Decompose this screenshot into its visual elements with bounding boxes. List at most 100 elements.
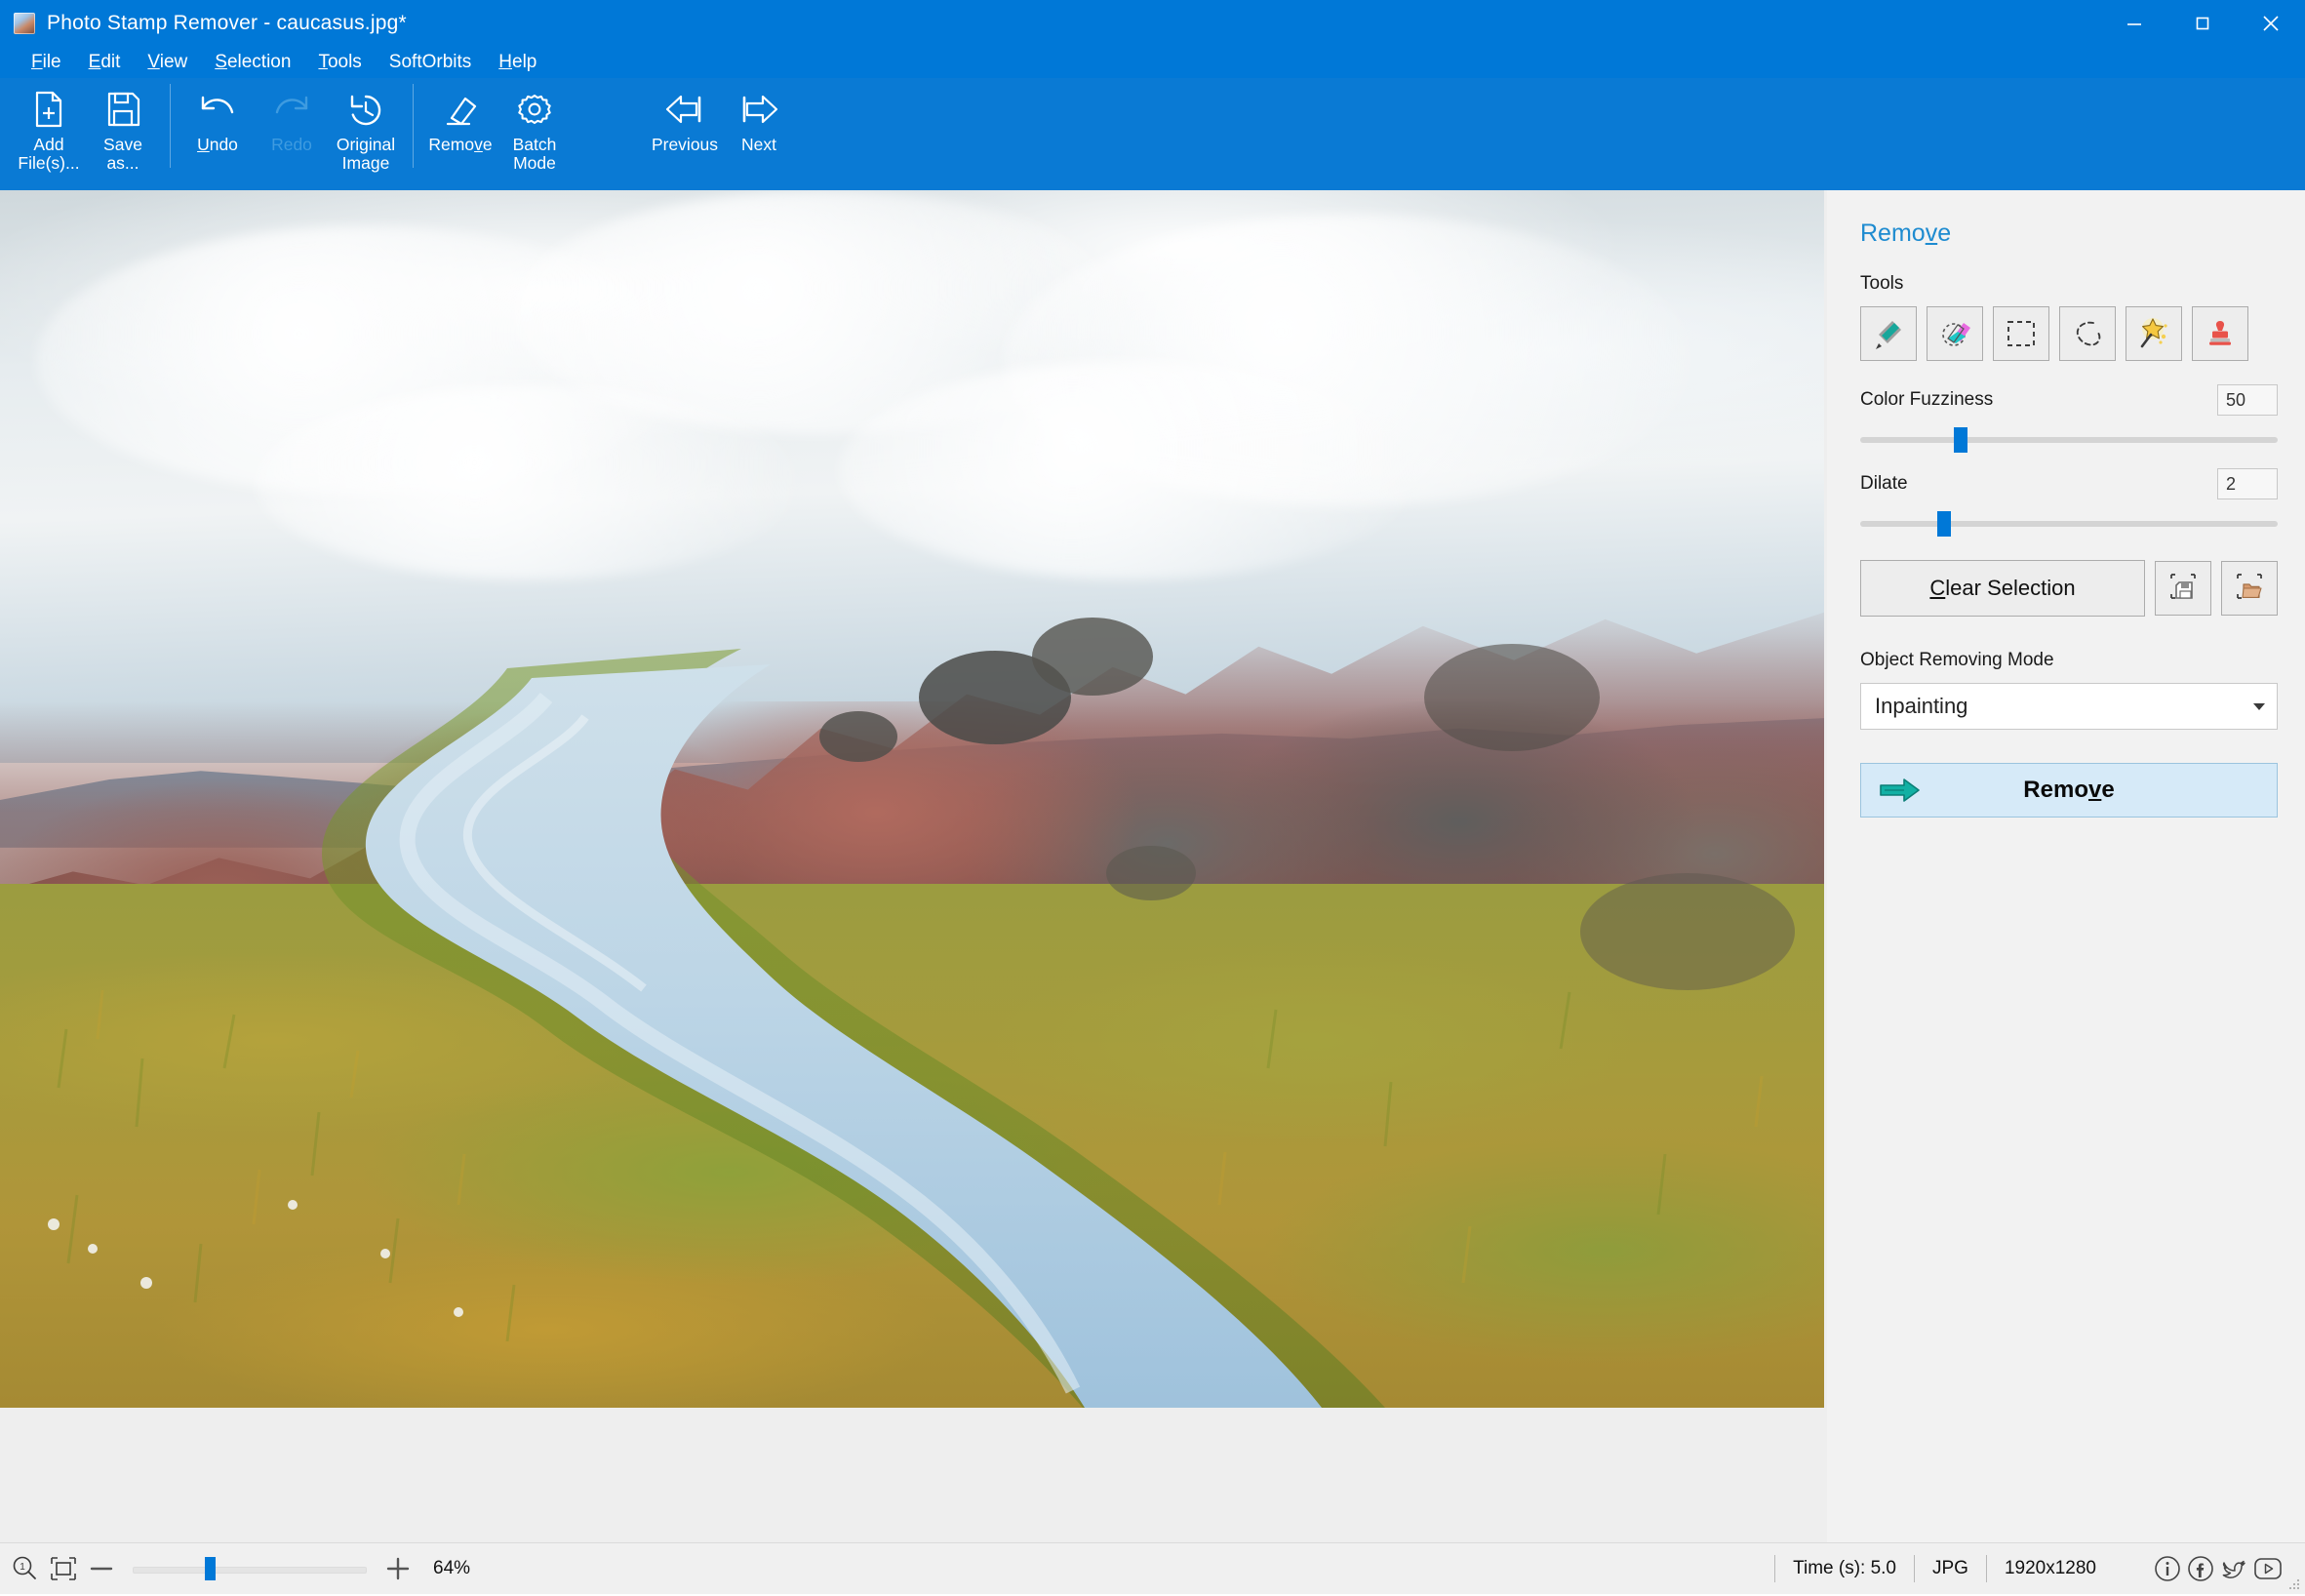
menu-edit[interactable]: Edit [75, 47, 135, 78]
zoom-controls: 1 64% [0, 1554, 470, 1583]
zoom-100-icon[interactable]: 1 [10, 1554, 39, 1583]
lasso-select-tool-button[interactable] [2059, 306, 2116, 361]
zoom-slider-thumb[interactable] [205, 1557, 217, 1580]
menu-help[interactable]: Help [485, 47, 550, 78]
status-bar: 1 64% Time (s): 5.0 JPG 1920x1280 [0, 1542, 2305, 1594]
dilate-slider[interactable] [1860, 509, 2278, 539]
resize-grip[interactable] [2287, 1577, 2301, 1591]
dilate-track [1860, 521, 2278, 527]
eraser-icon [1938, 317, 1971, 350]
menu-view[interactable]: View [134, 47, 201, 78]
status-time: Time (s): 5.0 [1774, 1555, 1914, 1582]
color-fuzziness-track [1860, 437, 2278, 443]
fit-to-window-icon[interactable] [49, 1554, 78, 1583]
menu-tools[interactable]: Tools [304, 47, 375, 78]
next-arrow-icon [735, 86, 782, 133]
toolbar-add-files-label: Add File(s)... [18, 135, 80, 173]
color-fuzziness-slider[interactable] [1860, 425, 2278, 455]
tools-row [1860, 306, 2278, 361]
tools-section-label: Tools [1860, 273, 1904, 294]
load-selection-icon [2235, 572, 2264, 606]
chevron-down-icon [2253, 702, 2265, 710]
zoom-slider[interactable] [133, 1556, 367, 1581]
maximize-button[interactable] [2168, 0, 2237, 47]
toolbar-undo[interactable]: Undo [180, 78, 255, 154]
menu-view-rest: iew [159, 52, 188, 72]
toolbar-separator-2 [413, 84, 414, 168]
toolbar-remove[interactable]: Remove [423, 78, 497, 154]
clear-selection-button[interactable]: Clear Selection [1860, 560, 2145, 617]
remove-action-label: Remove [2023, 777, 2115, 803]
magic-wand-icon [2137, 317, 2170, 350]
remove-panel: Remove Tools Color Fuzziness 50 Dilate 2… [1827, 190, 2305, 1542]
status-format: JPG [1914, 1555, 1986, 1582]
original-image-icon [342, 86, 389, 133]
clone-stamp-tool-button[interactable] [2192, 306, 2248, 361]
color-fuzziness-head: Color Fuzziness 50 [1860, 384, 2278, 416]
zoom-percent-label: 64% [433, 1558, 471, 1578]
toolbar-redo-label: Redo [271, 135, 312, 154]
stamp-icon [2205, 318, 2236, 349]
twitter-icon[interactable] [2219, 1554, 2248, 1583]
color-fuzziness-value[interactable]: 50 [2217, 384, 2278, 416]
save-selection-icon [2168, 572, 2198, 606]
menu-selection[interactable]: Selection [201, 47, 304, 78]
redo-icon [268, 86, 315, 133]
menu-file[interactable]: File [18, 47, 75, 78]
add-file-icon [25, 86, 72, 133]
marker-tool-button[interactable] [1860, 306, 1917, 361]
toolbar-original-image[interactable]: Original Image [329, 78, 403, 173]
dilate-label: Dilate [1860, 473, 1908, 494]
minimize-button[interactable] [2100, 0, 2168, 47]
toolbar-next[interactable]: Next [722, 78, 796, 154]
toolbar-batch-mode[interactable]: Batch Mode [497, 78, 572, 173]
dilate-block: Dilate 2 [1860, 468, 2278, 539]
object-removing-mode-label: Object Removing Mode [1860, 650, 2054, 670]
menu-tools-rest: ools [327, 52, 362, 72]
image-canvas-area[interactable] [0, 190, 1827, 1542]
toolbar-redo: Redo [255, 78, 329, 154]
menu-help-rest: elp [512, 52, 537, 72]
menu-edit-rest: dit [100, 52, 121, 72]
toolbar-previous-label: Previous [651, 135, 719, 154]
clear-selection-row: Clear Selection [1860, 560, 2278, 617]
menu-selection-rest: election [226, 52, 292, 72]
workspace: Remove Tools Color Fuzziness 50 Dilate 2… [0, 190, 2305, 1542]
toolbar-add-files[interactable]: Add File(s)... [12, 78, 86, 173]
menu-file-rest: ile [42, 52, 61, 72]
load-selection-button[interactable] [2221, 561, 2278, 616]
title-bar: Photo Stamp Remover - caucasus.jpg* [0, 0, 2305, 47]
menu-bar: File Edit View Selection Tools SoftOrbit… [0, 47, 2305, 78]
social-links [2114, 1554, 2305, 1583]
dilate-thumb[interactable] [1936, 511, 1951, 537]
undo-icon [194, 86, 241, 133]
remove-action-button[interactable]: Remove [1860, 763, 2278, 818]
marker-icon [1872, 317, 1905, 350]
toolbar-next-label: Next [741, 135, 776, 154]
landscape-photo[interactable] [0, 190, 1824, 1408]
menu-softorbits[interactable]: SoftOrbits [376, 47, 485, 78]
facebook-icon[interactable] [2186, 1554, 2215, 1583]
rectangle-select-tool-button[interactable] [1993, 306, 2049, 361]
info-icon[interactable] [2153, 1554, 2182, 1583]
color-fuzziness-block: Color Fuzziness 50 [1860, 384, 2278, 455]
window-title: Photo Stamp Remover - caucasus.jpg* [47, 12, 407, 34]
zoom-in-icon[interactable] [384, 1555, 412, 1582]
magic-wand-tool-button[interactable] [2126, 306, 2182, 361]
zoom-out-icon[interactable] [88, 1555, 115, 1582]
toolbar-save-as[interactable]: Save as... [86, 78, 160, 173]
application-window: Photo Stamp Remover - caucasus.jpg* File… [0, 0, 2305, 1594]
eraser-tool-button[interactable] [1927, 306, 1983, 361]
toolbar-separator-1 [170, 84, 171, 168]
gear-icon [511, 86, 558, 133]
color-fuzziness-thumb[interactable] [1953, 427, 1967, 453]
object-removing-mode-select[interactable]: Inpainting [1860, 683, 2278, 730]
dilate-value[interactable]: 2 [2217, 468, 2278, 499]
svg-text:1: 1 [20, 1562, 25, 1573]
close-button[interactable] [2237, 0, 2305, 47]
youtube-icon[interactable] [2252, 1554, 2284, 1583]
previous-arrow-icon [661, 86, 708, 133]
toolbar-previous[interactable]: Previous [648, 78, 722, 154]
object-removing-mode-value: Inpainting [1875, 694, 1968, 718]
save-selection-button[interactable] [2155, 561, 2211, 616]
